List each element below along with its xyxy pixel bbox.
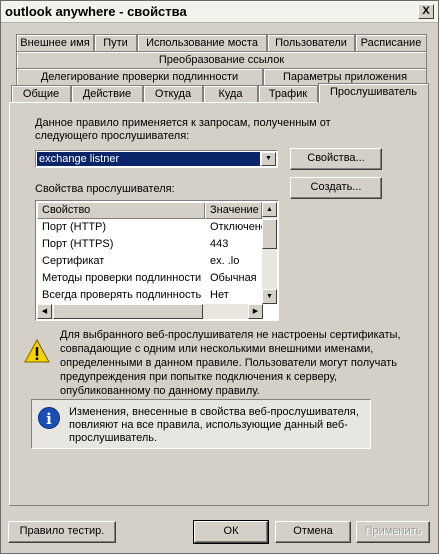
listener-properties-button[interactable]: Свойства... [290, 148, 382, 170]
cancel-button[interactable]: Отмена [275, 521, 351, 543]
listener-description: Данное правило применяется к запросам, п… [35, 117, 331, 142]
table-row-property: Порт (HTTPS) [42, 238, 114, 250]
listener-properties-list[interactable]: Свойство Значение Порт (HTTP) Отключено … [35, 200, 279, 321]
table-row-value: Нет [210, 289, 229, 301]
scroll-thumb[interactable] [262, 219, 277, 249]
info-box: i Изменения, внесенные в свойства веб-пр… [31, 399, 371, 449]
tab-paths[interactable]: Пути [94, 34, 137, 51]
vertical-scrollbar[interactable]: ▲ ▼ [262, 202, 277, 304]
table-row-property: Методы проверки подлинности [42, 272, 202, 284]
table-row-value: Обычная [210, 272, 257, 284]
listener-dropdown[interactable]: exchange listner ▼ [35, 150, 278, 168]
scroll-left-icon[interactable]: ◀ [37, 304, 52, 319]
test-rule-button[interactable]: Правило тестир. [8, 521, 116, 543]
tab-auth-delegation[interactable]: Делегирование проверки подлинности [16, 68, 263, 85]
tab-external-name[interactable]: Внешнее имя [16, 34, 94, 51]
table-row-property: Всегда проверять подлинность [42, 289, 202, 301]
column-header-value[interactable]: Значение [205, 202, 262, 219]
create-listener-button[interactable]: Создать... [290, 177, 382, 199]
tab-traffic[interactable]: Трафик [258, 85, 318, 102]
table-row-value: 443 [210, 238, 229, 250]
horizontal-scrollbar[interactable]: ◀ ▶ [37, 304, 263, 319]
tab-schedule[interactable]: Расписание [355, 34, 427, 51]
ok-button[interactable]: ОК [193, 520, 269, 544]
info-icon: i [38, 407, 60, 429]
listener-selected-value: exchange listner [37, 152, 260, 166]
window-title: outlook anywhere - свойства [5, 4, 187, 19]
certificate-warning-text: Для выбранного веб-прослушивателя не нас… [60, 329, 401, 397]
tab-listener[interactable]: Прослушиватель [318, 83, 429, 103]
tab-to[interactable]: Куда [203, 85, 258, 102]
scroll-thumb[interactable] [53, 304, 203, 319]
chevron-down-icon[interactable]: ▼ [261, 152, 276, 166]
close-button[interactable]: X [418, 4, 434, 19]
properties-dialog: outlook anywhere - свойства X Внешнее им… [0, 0, 439, 554]
table-row-property: Порт (HTTP) [42, 221, 107, 233]
table-row-property: Сертификат [42, 255, 105, 267]
warning-icon [24, 338, 50, 363]
tab-bridging[interactable]: Использование моста [137, 34, 267, 51]
tab-action[interactable]: Действие [71, 85, 143, 102]
tab-from[interactable]: Откуда [143, 85, 203, 102]
info-text: Изменения, внесенные в свойства веб-прос… [69, 406, 359, 444]
tab-general[interactable]: Общие [11, 85, 71, 102]
column-header-property[interactable]: Свойство [37, 202, 205, 219]
table-row-value: Отключено [210, 221, 262, 233]
title-bar: outlook anywhere - свойства X [1, 1, 438, 23]
listener-properties-label: Свойства прослушивателя: [35, 183, 175, 195]
apply-button[interactable]: Применить [356, 521, 430, 543]
tab-users[interactable]: Пользователи [267, 34, 355, 51]
tab-link-translation[interactable]: Преобразование ссылок [16, 51, 427, 68]
scroll-right-icon[interactable]: ▶ [248, 304, 263, 319]
table-row-value: ex. .lo [210, 255, 240, 267]
scroll-up-icon[interactable]: ▲ [262, 202, 277, 217]
scroll-down-icon[interactable]: ▼ [262, 289, 277, 304]
